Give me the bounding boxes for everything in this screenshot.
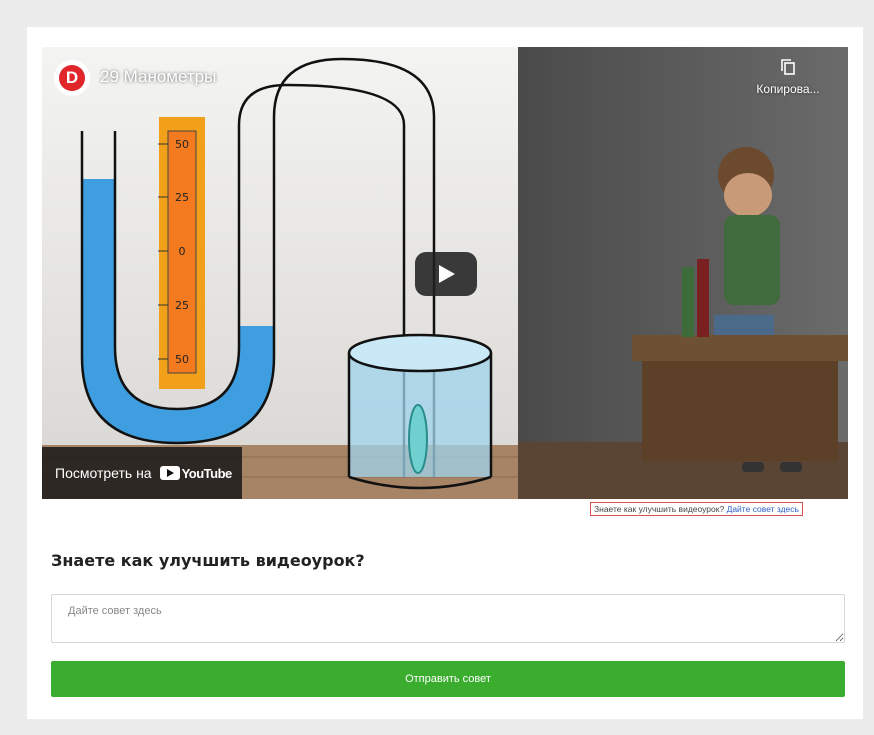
copy-icon [781, 59, 795, 75]
scale-tick: 50 [175, 138, 189, 151]
copy-link-button[interactable]: Копирова... [752, 59, 824, 98]
feedback-hint-text: Знаете как улучшить видеоурок? [594, 504, 725, 514]
submit-advice-button[interactable]: Отправить совет [51, 661, 845, 697]
channel-logo[interactable]: D [54, 60, 90, 96]
video-player[interactable]: 50 25 0 25 50 D 29 Манометры Копирова...… [42, 47, 848, 499]
feedback-hint-link[interactable]: Дайте совет здесь [727, 504, 799, 514]
youtube-wordmark: YouTube [181, 465, 233, 481]
watch-on-youtube-button[interactable]: Посмотреть на YouTube [42, 447, 242, 499]
youtube-play-icon [159, 466, 180, 480]
advice-textarea[interactable] [51, 594, 845, 643]
video-title[interactable]: 29 Манометры [100, 67, 216, 87]
scale-tick: 25 [175, 191, 189, 204]
channel-logo-letter: D [59, 65, 85, 91]
play-button[interactable] [415, 252, 477, 296]
copy-label: Копирова... [756, 82, 820, 96]
scale-tick: 0 [179, 245, 186, 258]
feedback-heading: Знаете как улучшить видеоурок? [51, 551, 365, 570]
scale-tick: 25 [175, 299, 189, 312]
scale-tick: 50 [175, 353, 189, 366]
watch-on-label: Посмотреть на [55, 465, 152, 481]
youtube-logo: YouTube [159, 465, 233, 481]
feedback-hint: Знаете как улучшить видеоурок? Дайте сов… [590, 502, 803, 516]
play-icon [439, 265, 455, 283]
